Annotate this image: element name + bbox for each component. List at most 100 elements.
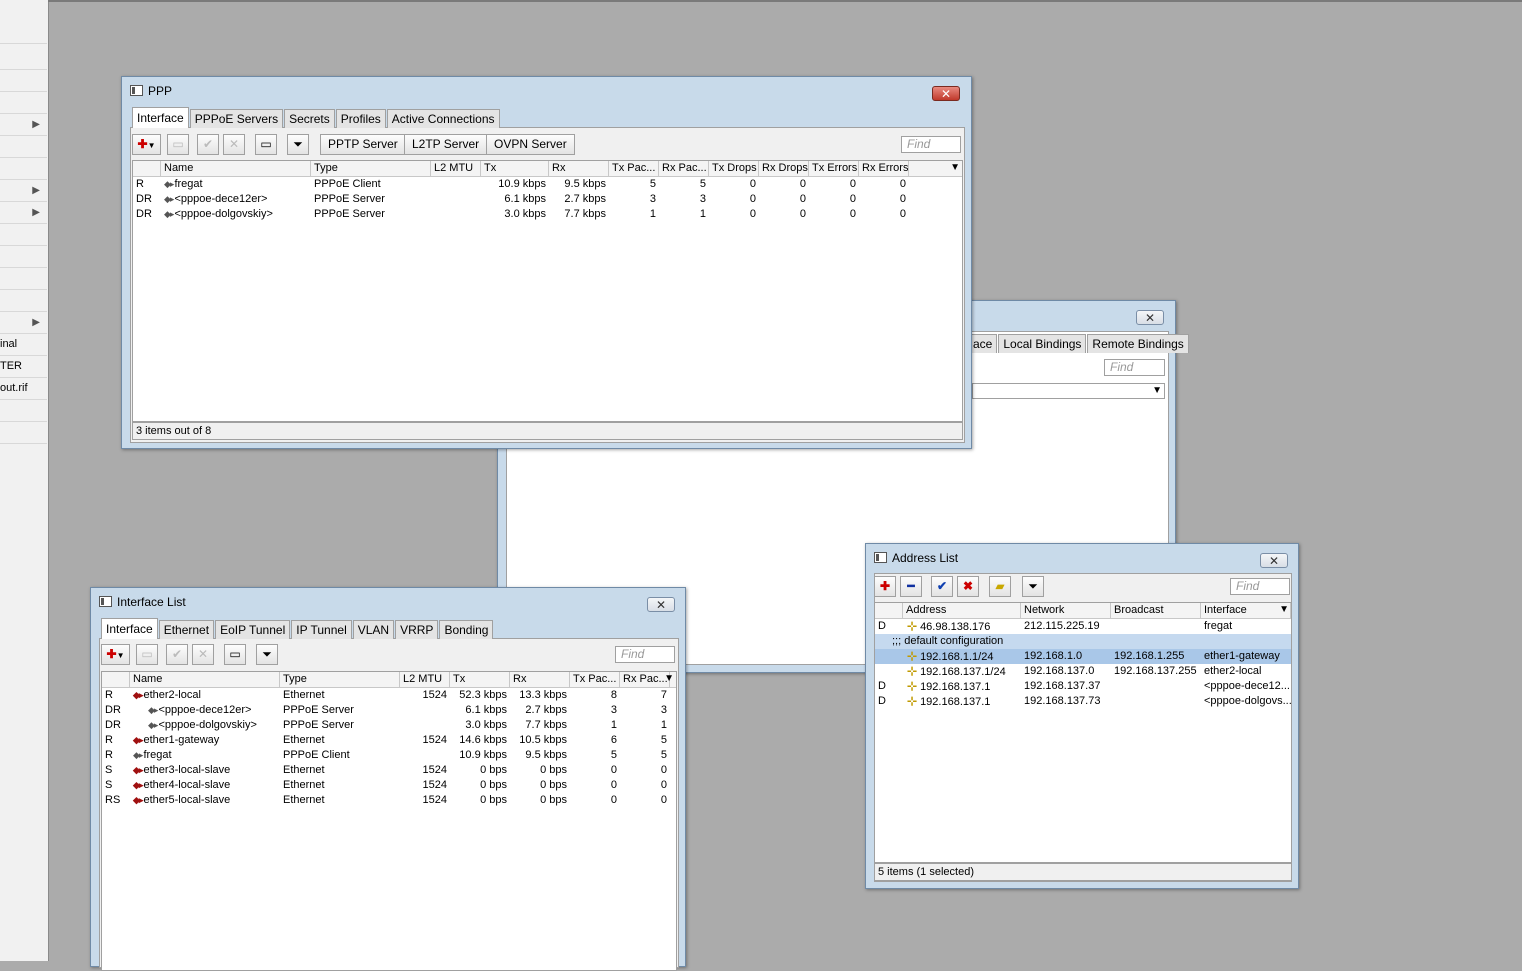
sidebar-item[interactable]: TER: [0, 356, 47, 378]
close-icon[interactable]: ✕: [932, 86, 960, 101]
table-row[interactable]: R ◆▸ether1-gateway Ethernet 1524 14.6 kbps 10…: [102, 733, 676, 748]
column-header[interactable]: [875, 603, 903, 618]
sidebar-item[interactable]: [0, 290, 47, 312]
column-header[interactable]: Rx: [549, 161, 609, 176]
table-row[interactable]: ;;; default configuration: [875, 634, 1291, 649]
column-header[interactable]: Rx Pac...: [659, 161, 709, 176]
sidebar-item[interactable]: [0, 246, 47, 268]
sidebar-item[interactable]: ▶: [0, 202, 47, 224]
table-row[interactable]: DR ◆▸<pppoe-dolgovskiy> PPPoE Server 3.0 kb…: [133, 207, 962, 222]
column-header[interactable]: [133, 161, 161, 176]
table-row[interactable]: DR ◆▸<pppoe-dece12er> PPPoE Server 6.1 kbps…: [102, 703, 676, 718]
column-header[interactable]: Rx Errors: [859, 161, 909, 176]
column-header[interactable]: Name: [130, 672, 280, 687]
column-header[interactable]: Tx: [450, 672, 510, 687]
add-button[interactable]: ✚▼: [132, 134, 161, 155]
column-header[interactable]: Tx: [481, 161, 549, 176]
table-row[interactable]: R ◆▸fregat PPPoE Client 10.9 kbps 9.5 kbps 5 5…: [133, 177, 962, 192]
sidebar-item[interactable]: [0, 136, 47, 158]
column-header[interactable]: Rx: [510, 672, 570, 687]
search-input[interactable]: Find: [1230, 578, 1290, 595]
column-header[interactable]: Tx Pac...: [570, 672, 620, 687]
pptp-server-button[interactable]: PPTP Server: [320, 134, 406, 155]
sidebar-item[interactable]: [0, 422, 47, 444]
tab-secrets[interactable]: Secrets: [284, 109, 335, 128]
column-header[interactable]: Rx Pac...: [620, 672, 670, 687]
table-row[interactable]: R ◆▸fregat PPPoE Client 10.9 kbps 9.5 kbps 5 5: [102, 748, 676, 763]
tab-ip-tunnel[interactable]: IP Tunnel: [291, 620, 352, 639]
column-header[interactable]: Tx Drops: [709, 161, 759, 176]
tab-pppoe-servers[interactable]: PPPoE Servers: [189, 109, 284, 128]
tab-remote-bindings[interactable]: Remote Bindings: [1087, 334, 1189, 353]
sidebar-item[interactable]: [0, 268, 47, 290]
table-row[interactable]: DR ◆▸<pppoe-dece12er> PPPoE Server 6.1 kbps…: [133, 192, 962, 207]
tab-vrrp[interactable]: VRRP: [395, 620, 439, 639]
tab-eoip-tunnel[interactable]: EoIP Tunnel: [215, 620, 291, 639]
tab-active-connections[interactable]: Active Connections: [386, 109, 500, 128]
disable-button[interactable]: ✕: [192, 644, 214, 665]
column-header[interactable]: Broadcast: [1111, 603, 1201, 618]
sidebar-item[interactable]: [0, 22, 47, 44]
sidebar-item[interactable]: [0, 48, 47, 70]
table-row[interactable]: S ◆▸ether4-local-slave Ethernet 1524 0 bps 0 …: [102, 778, 676, 793]
table-row[interactable]: R ◆▸ether2-local Ethernet 1524 52.3 kbps 13.3…: [102, 688, 676, 703]
comment-button[interactable]: ▭: [255, 134, 277, 155]
table-row[interactable]: D ⊹ 192.168.137.1 192.168.137.37 <pppoe-dece…: [875, 679, 1291, 694]
column-header[interactable]: Type: [311, 161, 431, 176]
tab-interface[interactable]: Interface: [101, 618, 158, 639]
table-row[interactable]: ⊹ 192.168.1.1/24 192.168.1.0 192.168.1.255 e…: [875, 649, 1291, 664]
table-row[interactable]: D ⊹ 192.168.137.1 192.168.137.73 <pppoe-dolg…: [875, 694, 1291, 709]
remove-button[interactable]: ━: [900, 576, 922, 597]
sidebar-item[interactable]: ▶: [0, 312, 47, 334]
enable-button[interactable]: ✔: [197, 134, 219, 155]
filter-button[interactable]: ⏷: [1022, 576, 1044, 597]
tab-vlan[interactable]: VLAN: [352, 620, 395, 639]
sidebar-item[interactable]: [0, 158, 47, 180]
disable-button[interactable]: ✕: [223, 134, 245, 155]
l2tp-server-button[interactable]: L2TP Server: [404, 134, 488, 155]
tab-interface[interactable]: Interface: [132, 107, 189, 128]
enable-button[interactable]: ✔: [166, 644, 188, 665]
sidebar-item[interactable]: [0, 224, 47, 246]
column-header[interactable]: Rx Drops: [759, 161, 809, 176]
sidebar-item[interactable]: [0, 70, 47, 92]
column-header[interactable]: Address: [903, 603, 1021, 618]
disable-button[interactable]: ✖: [957, 576, 979, 597]
close-icon[interactable]: ✕: [1260, 553, 1288, 568]
column-header[interactable]: L2 MTU: [400, 672, 450, 687]
remove-button[interactable]: ▭: [136, 644, 158, 665]
sidebar-item[interactable]: [0, 400, 47, 422]
comment-button[interactable]: ▰: [989, 576, 1011, 597]
chevron-down-icon[interactable]: ▼: [950, 162, 960, 173]
tab-ethernet[interactable]: Ethernet: [158, 620, 215, 639]
chevron-down-icon[interactable]: ▼: [1279, 604, 1289, 615]
table-row[interactable]: D ⊹ 46.98.138.176 212.115.225.19 fregat: [875, 619, 1291, 634]
chevron-down-icon[interactable]: ▼: [1152, 385, 1162, 396]
sidebar-item[interactable]: ▶: [0, 180, 47, 202]
tab-profiles[interactable]: Profiles: [335, 109, 386, 128]
search-input[interactable]: Find: [901, 136, 961, 153]
column-header[interactable]: Tx Pac...: [609, 161, 659, 176]
remove-button[interactable]: ▭: [167, 134, 189, 155]
table-row[interactable]: S ◆▸ether3-local-slave Ethernet 1524 0 bps 0 …: [102, 763, 676, 778]
search-input[interactable]: Find: [615, 646, 675, 663]
sidebar-item[interactable]: inal: [0, 334, 47, 356]
table-row[interactable]: RS ◆▸ether5-local-slave Ethernet 1524 0 bps 0…: [102, 793, 676, 808]
column-header[interactable]: L2 MTU: [431, 161, 481, 176]
sidebar-item[interactable]: out.rif: [0, 378, 47, 400]
add-button[interactable]: ✚: [874, 576, 896, 597]
enable-button[interactable]: ✔: [931, 576, 953, 597]
filter-button[interactable]: ⏷: [256, 644, 278, 665]
tab-bonding[interactable]: Bonding: [439, 620, 494, 639]
filter-button[interactable]: ⏷: [287, 134, 309, 155]
close-icon[interactable]: ✕: [1136, 310, 1164, 325]
table-row[interactable]: DR ◆▸<pppoe-dolgovskiy> PPPoE Server 3.0 kb…: [102, 718, 676, 733]
close-icon[interactable]: ✕: [647, 597, 675, 612]
column-header[interactable]: Network: [1021, 603, 1111, 618]
column-header[interactable]: Name: [161, 161, 311, 176]
sidebar-item[interactable]: [0, 92, 47, 114]
tab-ace[interactable]: ace: [968, 334, 998, 353]
add-button[interactable]: ✚▼: [101, 644, 130, 665]
column-header[interactable]: Tx Errors: [809, 161, 859, 176]
ovpn-server-button[interactable]: OVPN Server: [486, 134, 575, 155]
